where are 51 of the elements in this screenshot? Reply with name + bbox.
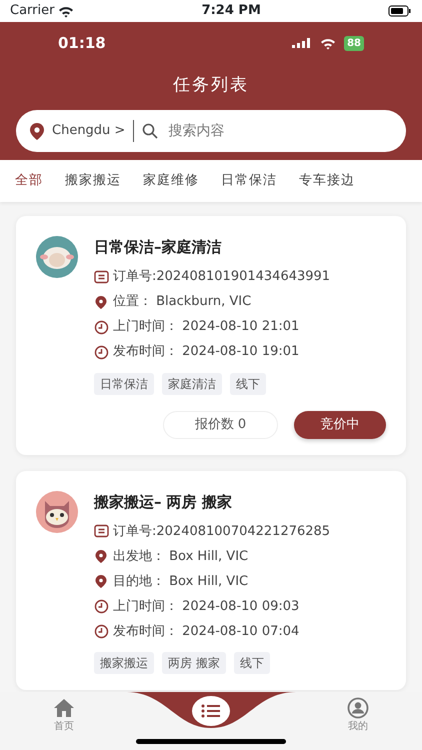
detail-text: 订单号:202408101901434643991 [113, 268, 330, 286]
category-tab[interactable]: 日常保洁 [210, 160, 288, 202]
category-tag: 搬家搬运 [94, 652, 154, 674]
location-pin-icon [94, 294, 109, 310]
battery-icon [388, 5, 412, 17]
profile-icon [347, 697, 369, 719]
detail-text: 出发地： Box Hill, VIC [113, 548, 248, 566]
category-tab[interactable]: 家庭维修 [132, 160, 210, 202]
order-icon [94, 270, 109, 284]
clock-icon [94, 320, 109, 334]
clock-icon [94, 624, 109, 639]
page-title: 任务列表 [172, 74, 250, 96]
location-pin-icon [94, 574, 109, 589]
wifi-icon [320, 36, 336, 50]
carrier-name: Carrier [10, 2, 54, 20]
detail-text: 上门时间： 2024-08-10 21:01 [113, 318, 300, 336]
task-title: 日常保洁–家庭清洁 [94, 237, 222, 258]
category-tag: 线下 [234, 652, 270, 674]
home-icon [53, 697, 75, 719]
detail-text: 发布时间： 2024-08-10 19:01 [113, 343, 300, 362]
list-icon [201, 704, 221, 718]
detail-text: 上门时间： 2024-08-10 09:03 [113, 598, 300, 616]
category-tag: 日常保洁 [94, 372, 154, 394]
category-tag: 线下 [230, 372, 266, 394]
sheep-avatar-icon [36, 236, 78, 278]
quote-count-button[interactable]: 报价数 0 [163, 410, 278, 438]
category-tag: 家庭清洁 [162, 372, 222, 394]
clock-icon [94, 599, 109, 614]
city-selector[interactable]: Chengdu > [52, 121, 126, 141]
category-tab[interactable]: 搬家搬运 [54, 160, 132, 202]
detail-text: 位置： Blackburn, VIC [113, 293, 252, 312]
status-time: 01:18 [58, 33, 106, 54]
clock-icon [94, 344, 109, 360]
search-icon [142, 123, 158, 139]
location-pin-icon [30, 122, 44, 140]
bidding-button[interactable]: 竞价中 [294, 410, 386, 438]
clock-time: 7:24 PM [202, 2, 261, 20]
detail-text: 目的地： Box Hill, VIC [113, 572, 248, 591]
category-tab[interactable]: 全部 [4, 160, 54, 202]
search-bar[interactable]: Chengdu > 搜索内容 [16, 110, 406, 152]
location-pin-icon [94, 549, 109, 564]
category-tag: 两房 搬家 [162, 652, 226, 674]
category-tab[interactable]: 专车接边 [288, 160, 366, 202]
signal-icon [292, 38, 312, 49]
order-icon [94, 524, 109, 539]
detail-text: 订单号:202408100704221276285 [113, 522, 330, 541]
detail-text: 发布时间： 2024-08-10 07:04 [113, 622, 300, 641]
owl-avatar-icon [36, 490, 78, 532]
battery-level: 88 [344, 36, 364, 51]
wifi-icon [58, 4, 74, 18]
task-title: 搬家搬运– 两房 搬家 [94, 492, 233, 512]
